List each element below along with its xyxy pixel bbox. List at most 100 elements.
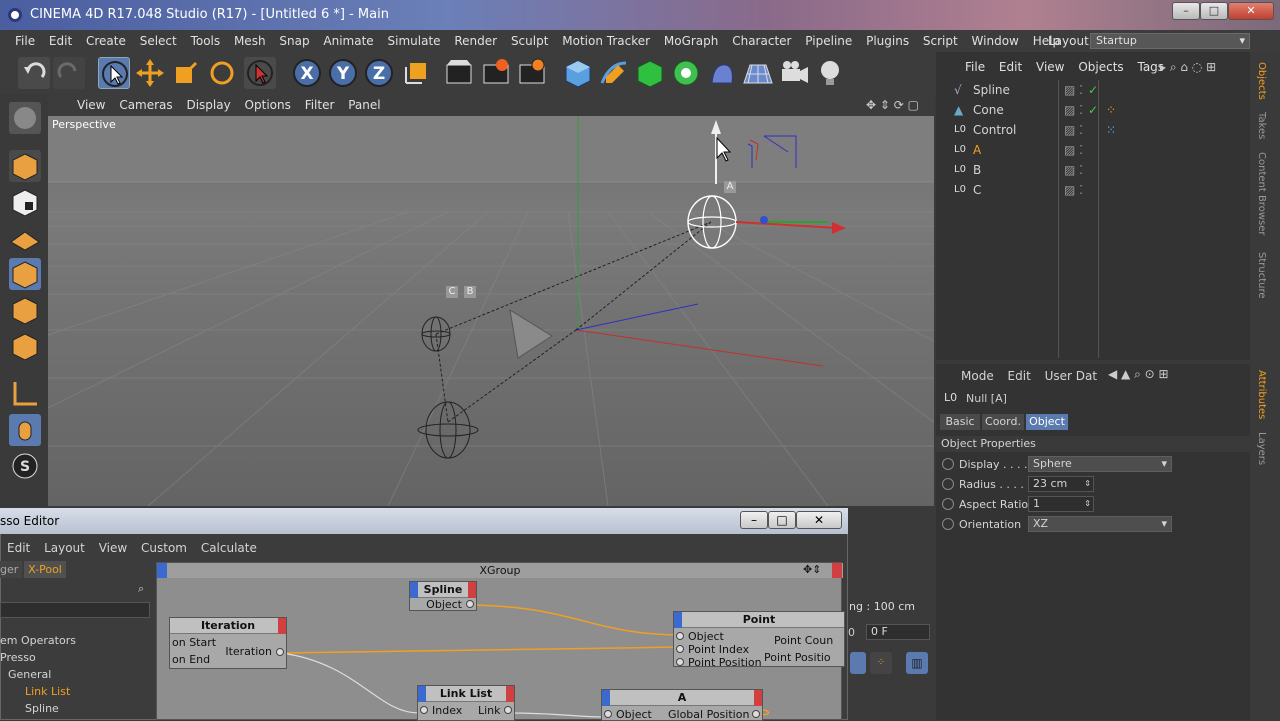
- viewport-menu-cameras[interactable]: Cameras: [114, 94, 177, 116]
- tab-layers[interactable]: Layers: [1253, 432, 1267, 465]
- menu-select[interactable]: Select: [135, 30, 182, 52]
- layer-toggle-icon[interactable]: ▨ ⁚: [1064, 80, 1083, 100]
- attributes-tab-object[interactable]: Object: [1026, 414, 1068, 430]
- layer-toggle-icon[interactable]: ▨ ⁚: [1064, 140, 1083, 160]
- menu-window[interactable]: Window: [967, 30, 1024, 52]
- xpresso-tag-icon[interactable]: ⁙: [1106, 120, 1116, 140]
- tweak-mode-icon[interactable]: [9, 414, 41, 446]
- tab-attributes[interactable]: Attributes: [1253, 370, 1267, 419]
- x-axis-lock-icon[interactable]: X: [291, 57, 323, 89]
- input-port[interactable]: [420, 706, 428, 714]
- record-icon[interactable]: [850, 652, 866, 674]
- coordinate-system-icon[interactable]: [400, 57, 432, 89]
- node-link-list[interactable]: Link List Index Link: [417, 685, 515, 721]
- menu-character[interactable]: Character: [727, 30, 796, 52]
- tree-item[interactable]: Presso: [0, 651, 36, 664]
- viewport-menu-options[interactable]: Options: [240, 94, 296, 116]
- tab-structure[interactable]: Structure: [1253, 252, 1267, 299]
- keyframe-radio-icon[interactable]: [942, 518, 954, 530]
- live-selection-icon[interactable]: [244, 57, 276, 89]
- attributes-menu-edit[interactable]: Edit: [1003, 369, 1036, 383]
- attributes-menu-user-data[interactable]: User Dat: [1040, 369, 1102, 383]
- close-button[interactable]: ✕: [1228, 2, 1274, 20]
- subdivision-surface-icon[interactable]: [634, 57, 666, 89]
- output-port[interactable]: [752, 710, 760, 718]
- tab-objects[interactable]: Objects: [1253, 62, 1267, 100]
- light-icon[interactable]: [814, 57, 846, 89]
- object-row-control[interactable]: L0 Control ▨ ⁚ ⁙: [940, 120, 1250, 140]
- scale-tool-icon[interactable]: [170, 57, 202, 89]
- object-row-spline[interactable]: √ Spline ▨ ⁚ ✓: [940, 80, 1250, 100]
- xpresso-maximize-button[interactable]: □: [768, 511, 796, 529]
- layout-select[interactable]: Startup ▾: [1090, 33, 1250, 49]
- xgroup-canvas[interactable]: XGroup ✥⇕ Spline Object Iteration on Sta…: [156, 562, 845, 721]
- menu-pipeline[interactable]: Pipeline: [800, 30, 857, 52]
- tab-content-browser[interactable]: Content Browser: [1253, 152, 1267, 235]
- minimize-button[interactable]: –: [1172, 2, 1200, 20]
- menu-create[interactable]: Create: [81, 30, 131, 52]
- keyframe-dots-icon[interactable]: ⁘: [870, 652, 892, 674]
- camera-icon[interactable]: [778, 57, 810, 89]
- polygons-mode-icon[interactable]: [9, 330, 41, 362]
- display-select[interactable]: Sphere ▾: [1028, 456, 1172, 472]
- menu-mograph[interactable]: MoGraph: [659, 30, 724, 52]
- menu-mesh[interactable]: Mesh: [229, 30, 271, 52]
- menu-tools[interactable]: Tools: [186, 30, 226, 52]
- maximize-button[interactable]: □: [1200, 2, 1228, 20]
- input-port[interactable]: [676, 645, 684, 653]
- keyframe-radio-icon[interactable]: [942, 498, 954, 510]
- xpresso-menu-layout[interactable]: Layout: [39, 541, 90, 555]
- keyframe-radio-icon[interactable]: [942, 458, 954, 470]
- tree-item[interactable]: em Operators: [0, 634, 76, 647]
- xpresso-menu-custom[interactable]: Custom: [136, 541, 192, 555]
- keyframe-radio-icon[interactable]: [942, 478, 954, 490]
- object-row-a[interactable]: L0 A ▨ ⁚: [940, 140, 1250, 160]
- render-picture-viewer-icon[interactable]: [480, 57, 512, 89]
- stepper-icon[interactable]: ⇕: [1084, 497, 1091, 511]
- move-tool-icon[interactable]: [134, 57, 166, 89]
- texture-mode-icon[interactable]: [9, 186, 41, 218]
- render-settings-icon[interactable]: [516, 57, 548, 89]
- tree-item[interactable]: Spline: [25, 702, 59, 715]
- viewport-menu-panel[interactable]: Panel: [343, 94, 385, 116]
- make-editable-icon[interactable]: [9, 102, 41, 134]
- object-row-cone[interactable]: ▲ Cone ▨ ⁚ ✓ ⁘: [940, 100, 1250, 120]
- viewport-menu-display[interactable]: Display: [181, 94, 235, 116]
- attributes-nav-icons[interactable]: ◀ ▲ ⌕ ⊙ ⊞: [1108, 367, 1169, 382]
- floor-icon[interactable]: [742, 57, 774, 89]
- menu-plugins[interactable]: Plugins: [861, 30, 914, 52]
- object-row-b[interactable]: L0 B ▨ ⁚: [940, 160, 1250, 180]
- aspect-ratio-field[interactable]: 1 ⇕: [1028, 496, 1094, 512]
- xpresso-menu-edit[interactable]: Edit: [2, 541, 35, 555]
- 3d-viewport[interactable]: Perspective A B C ing : 100 cm: [48, 116, 934, 506]
- menu-script[interactable]: Script: [918, 30, 963, 52]
- xpool-search-input[interactable]: [0, 602, 150, 618]
- undo-icon[interactable]: [18, 57, 50, 89]
- menu-snap[interactable]: Snap: [274, 30, 314, 52]
- cloner-icon[interactable]: [670, 57, 702, 89]
- viewport-menu-filter[interactable]: Filter: [300, 94, 340, 116]
- viewport-nav-icons[interactable]: ✥ ⇕ ⟳ ▢: [866, 98, 919, 112]
- tab-takes[interactable]: Takes: [1253, 112, 1267, 139]
- y-axis-lock-icon[interactable]: Y: [327, 57, 359, 89]
- output-port[interactable]: [276, 648, 284, 656]
- xpresso-minimize-button[interactable]: –: [740, 511, 768, 529]
- node-spline[interactable]: Spline Object: [409, 581, 477, 611]
- node-a[interactable]: A Object Global Position: [601, 689, 763, 721]
- objects-menu-edit[interactable]: Edit: [994, 56, 1027, 78]
- z-axis-lock-icon[interactable]: Z: [363, 57, 395, 89]
- xpresso-tab-xpool[interactable]: X-Pool: [24, 561, 66, 578]
- xpresso-close-button[interactable]: ✕: [796, 511, 842, 529]
- frame-field[interactable]: 0 F: [866, 624, 930, 640]
- objects-menu-view[interactable]: View: [1031, 56, 1069, 78]
- node-point[interactable]: Point Object Point Index Point Position …: [673, 611, 845, 669]
- deformer-icon[interactable]: [706, 57, 738, 89]
- orientation-select[interactable]: XZ ▾: [1028, 516, 1172, 532]
- menu-simulate[interactable]: Simulate: [383, 30, 446, 52]
- layer-toggle-icon[interactable]: ▨ ⁚: [1064, 100, 1083, 120]
- objects-menu-file[interactable]: File: [960, 56, 990, 78]
- menu-edit[interactable]: Edit: [44, 30, 77, 52]
- tag-icon[interactable]: ⁘: [1106, 100, 1116, 120]
- menu-sculpt[interactable]: Sculpt: [506, 30, 553, 52]
- xpresso-tab-manager[interactable]: ger: [0, 561, 22, 578]
